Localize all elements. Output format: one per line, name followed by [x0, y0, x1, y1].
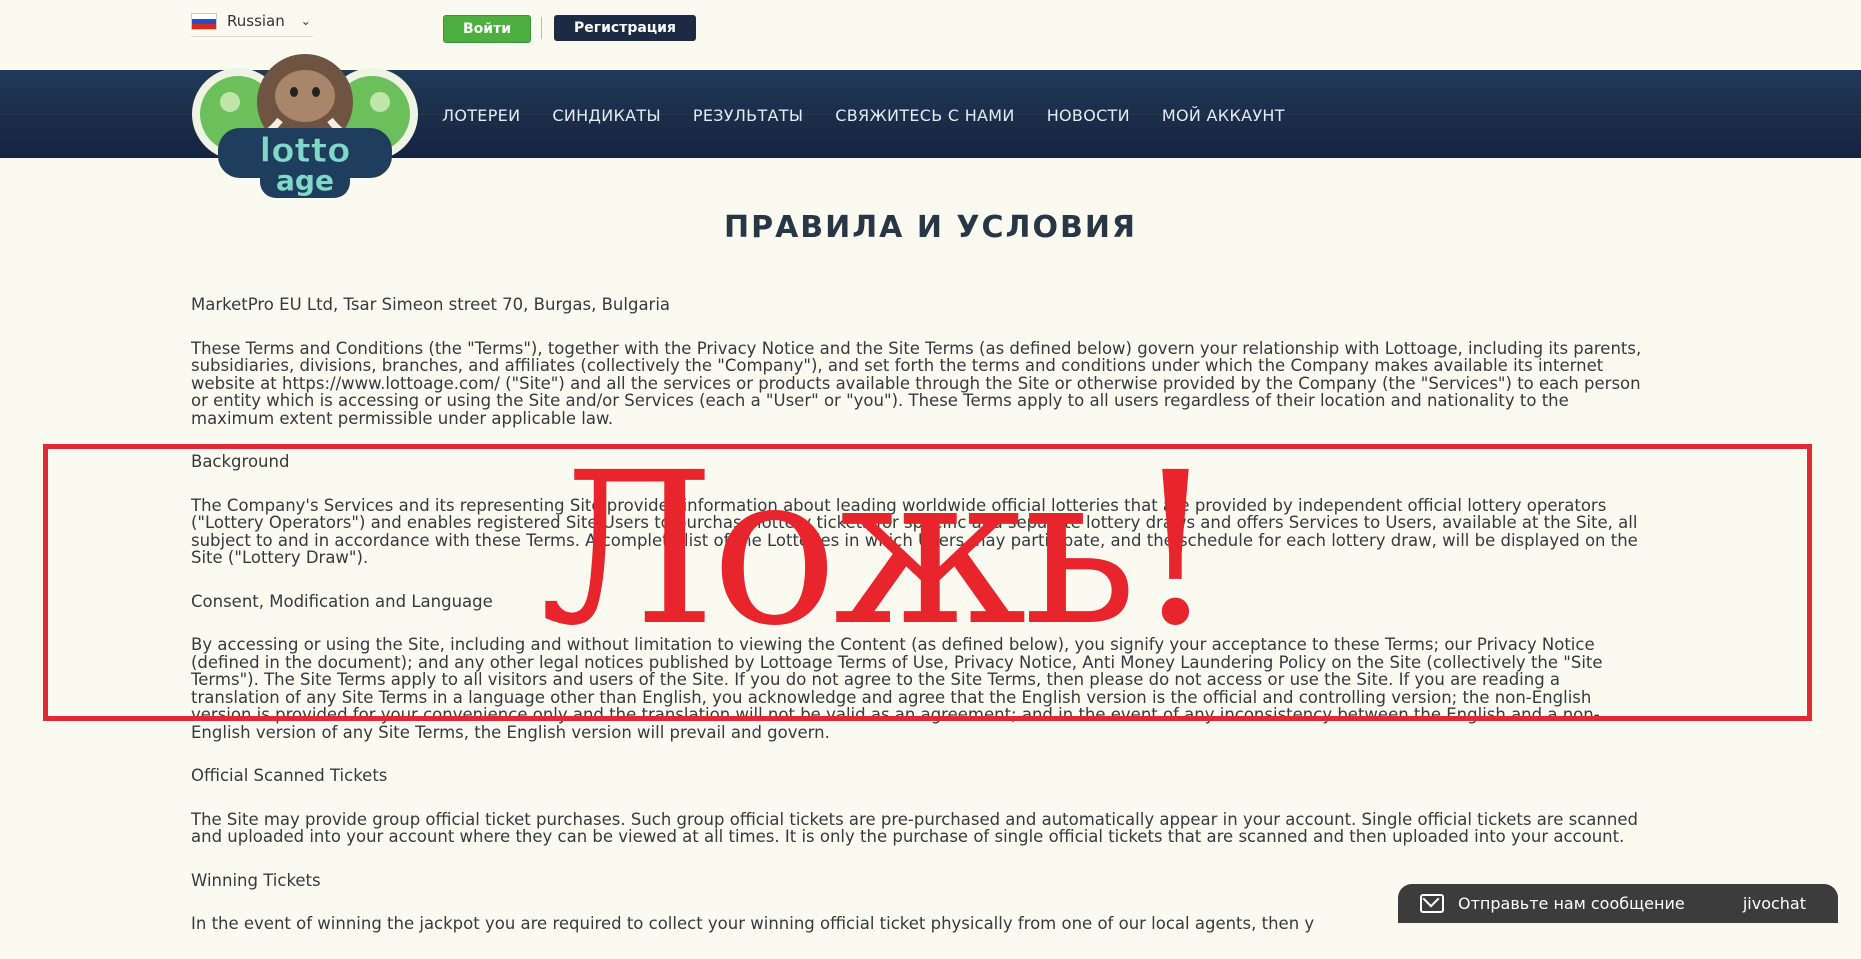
chat-message-label: Отправьте нам сообщение	[1458, 894, 1685, 913]
language-label: Russian	[227, 12, 285, 30]
overlay-stamp: Ложь!	[540, 427, 1218, 672]
nav-item-account[interactable]: МОЙ АККАУНТ	[1162, 106, 1285, 125]
section-heading-scanned: Official Scanned Tickets	[191, 766, 388, 785]
nav-item-lotteries[interactable]: ЛОТЕРЕИ	[442, 106, 520, 125]
lottoage-logo[interactable]: lotto age	[190, 50, 420, 200]
login-button[interactable]: Войти	[443, 15, 531, 43]
nav-item-results[interactable]: РЕЗУЛЬТАТЫ	[693, 106, 803, 125]
nav-item-news[interactable]: НОВОСТИ	[1047, 106, 1130, 125]
nav-item-contact[interactable]: СВЯЖИТЕСЬ С НАМИ	[835, 106, 1014, 125]
company-address: MarketPro EU Ltd, Tsar Simeon street 70,…	[191, 295, 671, 314]
divider	[541, 17, 542, 39]
logo-text-bottom: age	[276, 164, 334, 197]
mail-icon	[1420, 894, 1444, 913]
language-selector[interactable]: Russian ⌄	[191, 12, 313, 37]
russia-flag-icon	[191, 12, 217, 30]
main-nav: ЛОТЕРЕИ СИНДИКАТЫ РЕЗУЛЬТАТЫ СВЯЖИТЕСЬ С…	[442, 106, 1285, 125]
chat-widget[interactable]: Отправьте нам сообщение jivochat	[1398, 884, 1838, 923]
terms-intro: These Terms and Conditions (the "Terms")…	[191, 338, 1642, 428]
chat-brand: jivochat	[1742, 894, 1806, 913]
section-scanned: The Site may provide group official tick…	[191, 809, 1638, 846]
nav-item-syndicates[interactable]: СИНДИКАТЫ	[552, 106, 661, 125]
register-button[interactable]: Регистрация	[554, 15, 696, 41]
page-title: ПРАВИЛА И УСЛОВИЯ	[723, 210, 1138, 245]
chevron-down-icon: ⌄	[300, 14, 311, 28]
